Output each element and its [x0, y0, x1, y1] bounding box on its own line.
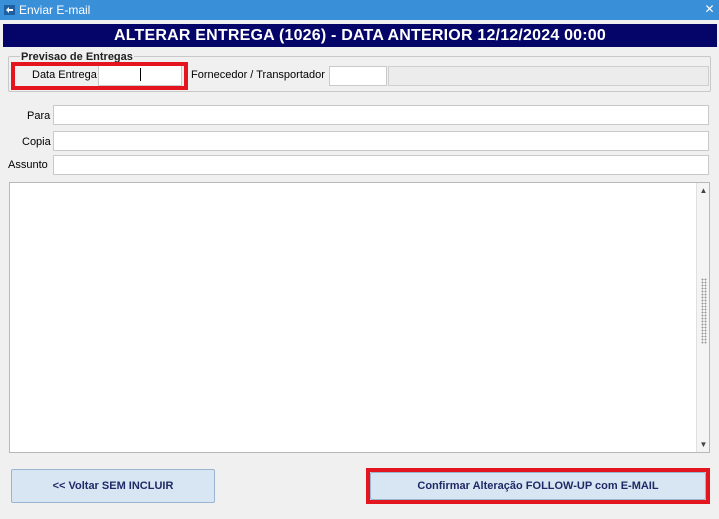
text-caret	[140, 68, 141, 81]
fornecedor-label: Fornecedor / Transportador	[191, 69, 325, 81]
previsao-legend: Previsao de Entregas	[20, 51, 134, 63]
para-label: Para	[27, 110, 51, 122]
close-icon[interactable]: ✕	[703, 3, 716, 16]
scroll-down-arrow-icon[interactable]: ▼	[697, 438, 710, 451]
window-title: Enviar E-mail	[19, 3, 91, 17]
window-titlebar: Enviar E-mail ✕	[0, 0, 719, 20]
copia-input[interactable]	[53, 131, 709, 151]
copia-label: Copia	[22, 136, 51, 148]
fornecedor-code-field[interactable]	[329, 66, 387, 86]
assunto-input[interactable]	[53, 155, 709, 175]
assunto-label: Assunto	[8, 159, 48, 171]
scroll-grip[interactable]	[701, 278, 707, 344]
data-entrega-label: Data Entrega	[32, 69, 97, 81]
email-body-scrollbar[interactable]: ▲ ▼	[696, 183, 709, 452]
page-title-banner: ALTERAR ENTREGA (1026) - DATA ANTERIOR 1…	[3, 24, 717, 47]
email-body-textarea[interactable]	[9, 182, 710, 453]
scroll-up-arrow-icon[interactable]: ▲	[697, 184, 710, 197]
fornecedor-name-field	[388, 66, 709, 86]
email-app-icon	[4, 5, 15, 15]
confirm-followup-email-button[interactable]: Confirmar Alteração FOLLOW-UP com E-MAIL	[370, 472, 706, 500]
back-without-saving-button[interactable]: << Voltar SEM INCLUIR	[11, 469, 215, 503]
para-input[interactable]	[53, 105, 709, 125]
